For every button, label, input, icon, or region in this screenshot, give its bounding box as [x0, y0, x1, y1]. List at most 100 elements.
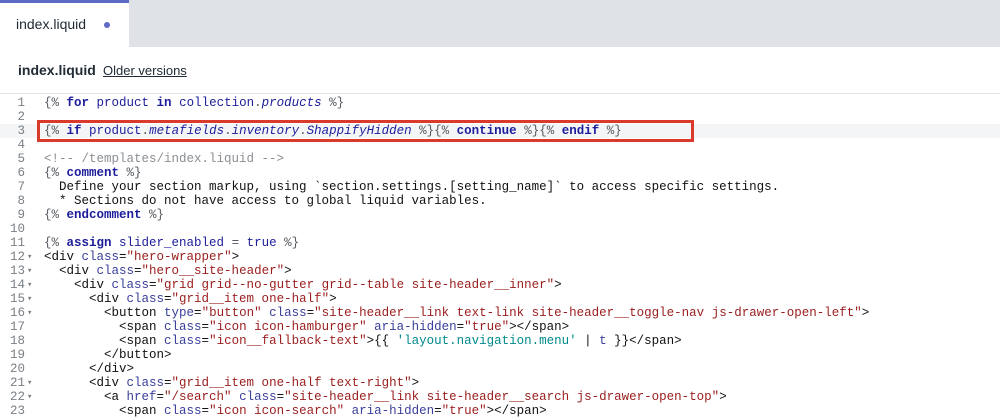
- code-token: |: [576, 334, 600, 348]
- code-line[interactable]: 5 <!-- /templates/index.liquid -->: [0, 152, 1000, 166]
- code-token: class: [164, 334, 202, 348]
- code-token: >: [554, 278, 562, 292]
- code-token: <div: [44, 250, 82, 264]
- code-line[interactable]: 3 {% if product.metafields.inventory.Shap…: [0, 124, 1000, 138]
- code-token: =: [231, 236, 247, 250]
- code-token: .: [299, 124, 307, 138]
- code-token: <span: [44, 320, 165, 334]
- code-text: <div class="hero-wrapper">: [44, 250, 239, 264]
- code-token: >{{: [366, 334, 397, 348]
- code-line[interactable]: 21 ▾ <div class="grid__item one-half text…: [0, 376, 1000, 390]
- code-token: =: [156, 390, 165, 404]
- code-line[interactable]: 7 Define your section markup, using `sec…: [0, 180, 1000, 194]
- code-token: =: [164, 376, 172, 390]
- code-token: href: [126, 390, 157, 404]
- code-line[interactable]: 11 {% assign slider_enabled = true %}: [0, 236, 1000, 250]
- line-number: 14: [9, 278, 25, 292]
- code-token: "site-header__link site-header__search j…: [284, 390, 720, 404]
- code-text: <span class="icon icon-search" aria-hidd…: [44, 404, 547, 418]
- code-line[interactable]: 16 ▾ <button type="button" class="site-he…: [0, 306, 1000, 320]
- code-line[interactable]: 22 ▾ <a href="/search" class="site-header…: [0, 390, 1000, 404]
- code-token: ></span>: [486, 404, 547, 418]
- code-text: {% if product.metafields.inventory.Shapp…: [44, 124, 622, 138]
- line-number: 6: [17, 166, 25, 180]
- line-number: 17: [9, 320, 25, 334]
- code-line[interactable]: 8 * Sections do not have access to globa…: [0, 194, 1000, 208]
- code-token: </button>: [44, 348, 172, 362]
- code-line[interactable]: 14 ▾ <div class="grid grid--no-gutter gri…: [0, 278, 1000, 292]
- fold-arrow-icon[interactable]: ▾: [27, 292, 32, 306]
- code-token: =: [194, 306, 202, 320]
- code-line[interactable]: 15 ▾ <div class="grid__item one-half">: [0, 292, 1000, 306]
- code-line[interactable]: 18 <span class="icon__fallback-text">{{ …: [0, 334, 1000, 348]
- line-number: 3: [17, 124, 25, 138]
- code-token: %}: [141, 208, 165, 222]
- code-token: =: [306, 306, 315, 320]
- line-number: 4: [17, 138, 25, 152]
- code-line[interactable]: 6 {% comment %}: [0, 166, 1000, 180]
- line-number: 23: [9, 404, 25, 418]
- code-token: <!-- /templates/index.liquid -->: [44, 152, 285, 166]
- code-token: class: [269, 306, 307, 320]
- code-line[interactable]: 23 <span class="icon icon-search" aria-h…: [0, 404, 1000, 418]
- code-text: <!-- /templates/index.liquid -->: [44, 152, 284, 166]
- fold-arrow-icon[interactable]: ▾: [27, 278, 32, 292]
- fold-arrow-icon[interactable]: ▾: [27, 390, 32, 404]
- code-token: class: [164, 320, 202, 334]
- code-line[interactable]: 4: [0, 138, 1000, 152]
- code-token: class: [81, 250, 120, 264]
- line-number: 22: [9, 390, 25, 404]
- code-token: class: [126, 292, 165, 306]
- code-token: =: [134, 264, 142, 278]
- line-number: 2: [17, 110, 25, 124]
- file-title: index.liquid: [18, 62, 96, 78]
- code-line[interactable]: 20 </div>: [0, 362, 1000, 376]
- code-line[interactable]: 10: [0, 222, 1000, 236]
- code-token: ></span>: [509, 320, 570, 334]
- code-text: {% endcomment %}: [44, 208, 164, 222]
- code-line[interactable]: 1 {% for product in collection.products %…: [0, 96, 1000, 110]
- line-number: 20: [9, 362, 25, 376]
- code-token: =: [201, 404, 210, 418]
- fold-arrow-icon[interactable]: ▾: [27, 264, 32, 278]
- code-token: "icon__fallback-text": [209, 334, 367, 348]
- code-line[interactable]: 13 ▾ <div class="hero__site-header">: [0, 264, 1000, 278]
- code-token: "true": [441, 404, 487, 418]
- code-text: <span class="icon__fallback-text">{{ 'la…: [44, 334, 682, 348]
- line-number: 8: [17, 194, 25, 208]
- code-token: for: [66, 96, 90, 110]
- code-token: inventory: [231, 124, 300, 138]
- code-token: class: [126, 376, 165, 390]
- code-line[interactable]: 17 <span class="icon icon-hamburger" ari…: [0, 320, 1000, 334]
- unsaved-indicator-dot: [104, 22, 110, 28]
- tab-bar: index.liquid: [0, 0, 1000, 47]
- code-token: type: [164, 306, 195, 320]
- older-versions-link[interactable]: Older versions: [103, 63, 187, 78]
- code-text: <span class="icon icon-hamburger" aria-h…: [44, 320, 569, 334]
- code-token: {%: [44, 208, 67, 222]
- code-token: <a: [44, 390, 127, 404]
- code-token: %}: [321, 96, 345, 110]
- code-token: "icon icon-hamburger": [209, 320, 367, 334]
- code-token: class: [96, 264, 135, 278]
- fold-arrow-icon[interactable]: ▾: [27, 250, 32, 264]
- code-token: {%: [44, 236, 67, 250]
- code-token: .: [141, 124, 150, 138]
- code-token: endcomment: [66, 208, 142, 222]
- line-number: 16: [9, 306, 25, 320]
- code-line[interactable]: 19 </button>: [0, 348, 1000, 362]
- tab-index-liquid[interactable]: index.liquid: [0, 0, 129, 47]
- line-number: 19: [9, 348, 25, 362]
- fold-arrow-icon[interactable]: ▾: [27, 306, 32, 320]
- fold-arrow-icon[interactable]: ▾: [27, 376, 32, 390]
- code-token: =: [119, 250, 127, 264]
- code-text: <button type="button" class="site-header…: [44, 306, 869, 320]
- code-editor[interactable]: 1 {% for product in collection.products %…: [0, 94, 1000, 420]
- code-line[interactable]: 12 ▾ <div class="hero-wrapper">: [0, 250, 1000, 264]
- code-line[interactable]: 2: [0, 110, 1000, 124]
- code-token: %}{%: [411, 124, 457, 138]
- code-token: >: [284, 264, 292, 278]
- code-line[interactable]: 9 {% endcomment %}: [0, 208, 1000, 222]
